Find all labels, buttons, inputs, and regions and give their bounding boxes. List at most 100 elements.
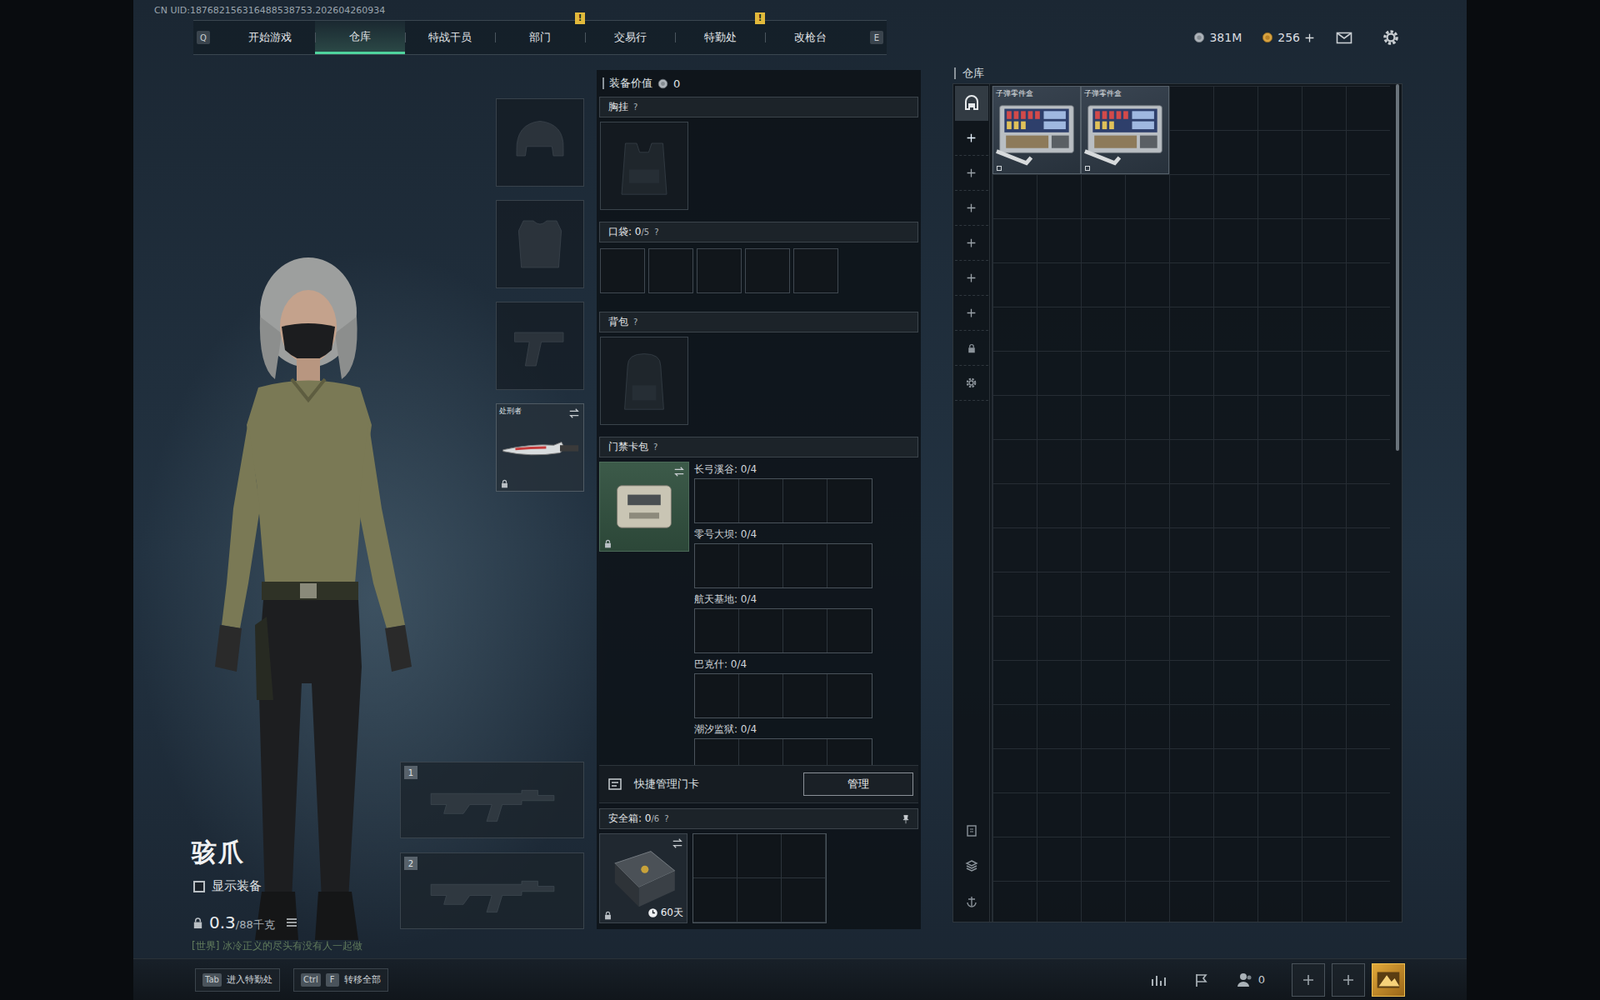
- keycard-slot[interactable]: [783, 739, 828, 765]
- nav-tab[interactable]: 特战干员: [405, 20, 495, 55]
- show-equipment-toggle[interactable]: 显示装备: [193, 878, 400, 895]
- ammo-parts-box-icon: [995, 88, 1079, 172]
- keycard-slot[interactable]: [783, 674, 828, 718]
- pocket-slot[interactable]: [793, 248, 839, 294]
- safe-slot[interactable]: [781, 834, 826, 879]
- keycard-slot[interactable]: [827, 674, 872, 718]
- help-mark[interactable]: ?: [664, 814, 669, 824]
- keycard-slot[interactable]: [739, 674, 784, 718]
- nav-tab[interactable]: 交易行: [585, 20, 675, 55]
- player-avatar[interactable]: [1371, 963, 1405, 997]
- chest-rig-slot[interactable]: [600, 121, 689, 210]
- safe-box-slot[interactable]: 60天: [599, 833, 688, 924]
- pocket-slot[interactable]: [648, 248, 694, 294]
- keycard-slot[interactable]: [695, 609, 740, 653]
- pocket-slot[interactable]: [696, 248, 742, 294]
- warehouse-tool[interactable]: [955, 813, 989, 849]
- keycard-slot[interactable]: [695, 479, 740, 523]
- warehouse-tab[interactable]: [955, 330, 989, 366]
- weapon-slot[interactable]: 1: [400, 761, 585, 839]
- keycard-slot[interactable]: [827, 479, 872, 523]
- shortcut-hint[interactable]: CtrlF转移全部: [293, 968, 389, 992]
- settings-gear-icon[interactable]: [1381, 28, 1400, 47]
- next-tab-key[interactable]: E: [870, 30, 884, 45]
- prev-tab-key[interactable]: Q: [196, 30, 210, 45]
- keycard-slot[interactable]: [783, 544, 828, 588]
- backpack-header-label: 背包: [608, 315, 629, 330]
- warehouse-tab[interactable]: [955, 225, 989, 261]
- weapon-slot[interactable]: 2: [400, 852, 585, 930]
- pin-icon[interactable]: [900, 814, 911, 825]
- keycard-slot[interactable]: [695, 544, 740, 588]
- invite-slot[interactable]: [1291, 963, 1325, 997]
- invite-slot[interactable]: [1331, 963, 1365, 997]
- safe-slot[interactable]: [693, 878, 738, 923]
- warehouse-tab[interactable]: [955, 155, 989, 191]
- nav-tab[interactable]: 部门!: [495, 20, 585, 55]
- warehouse-item[interactable]: 子弹零件盒: [992, 85, 1081, 175]
- weight-max: /88千克: [235, 918, 275, 931]
- warehouse-tab[interactable]: [955, 190, 989, 226]
- help-mark[interactable]: ?: [653, 442, 658, 452]
- nav-tab[interactable]: 特勤处!: [675, 20, 765, 55]
- safe-slot[interactable]: [737, 878, 782, 923]
- quick-manage-label: 快捷管理门卡: [634, 776, 700, 792]
- nav-tab[interactable]: 仓库: [315, 20, 405, 55]
- melee-slot[interactable]: 处刑者: [495, 403, 585, 492]
- mail-icon[interactable]: [1335, 30, 1354, 45]
- warehouse-tab[interactable]: [955, 85, 989, 121]
- warehouse-tool[interactable]: [955, 848, 989, 884]
- armor-slot[interactable]: [495, 200, 585, 289]
- keycard-slot[interactable]: [739, 739, 784, 765]
- safe-slot[interactable]: [781, 878, 826, 923]
- lock-icon: [500, 479, 510, 489]
- manage-button[interactable]: 管理: [803, 772, 914, 796]
- helmet-slot[interactable]: [495, 98, 585, 187]
- pocket-slot[interactable]: [600, 248, 645, 294]
- help-mark[interactable]: ?: [633, 102, 638, 112]
- keycard-slot[interactable]: [739, 609, 784, 653]
- keycard-slot[interactable]: [783, 479, 828, 523]
- show-equipment-checkbox[interactable]: [193, 880, 205, 893]
- keycard-slot[interactable]: [739, 544, 784, 588]
- keycard-slot[interactable]: [783, 609, 828, 653]
- keycard-slot[interactable]: [739, 479, 784, 523]
- friends-count[interactable]: 0: [1236, 971, 1265, 989]
- friends-number: 0: [1258, 973, 1265, 986]
- weight-list-icon[interactable]: [285, 915, 299, 930]
- safe-slot[interactable]: [737, 834, 782, 879]
- safe-slot[interactable]: [693, 834, 738, 879]
- weapon-slot-list: 12: [400, 761, 585, 930]
- safe-timer: 60天: [647, 905, 684, 920]
- stats-chart-icon[interactable]: [1150, 971, 1167, 989]
- nav-tabs: 开始游戏仓库特战干员部门!交易行特勤处!改枪台: [225, 20, 855, 55]
- keycard-slot[interactable]: [695, 674, 740, 718]
- keycard-slot[interactable]: [695, 739, 740, 765]
- add-icon: [965, 167, 977, 179]
- warehouse-tool[interactable]: [955, 883, 989, 919]
- help-mark[interactable]: ?: [654, 227, 659, 237]
- warehouse-scrollbar[interactable]: [1395, 84, 1400, 451]
- bottom-bar: Tab进入特勤处 CtrlF转移全部 0: [133, 958, 1467, 1000]
- backpack-slot[interactable]: [600, 336, 689, 425]
- keycard-slot[interactable]: [827, 609, 872, 653]
- warehouse-tab[interactable]: [955, 295, 989, 331]
- shortcut-hint[interactable]: Tab进入特勤处: [195, 968, 280, 992]
- warehouse-tab[interactable]: [955, 260, 989, 296]
- flag-icon[interactable]: [1193, 971, 1210, 989]
- nav-tab[interactable]: 开始游戏: [225, 20, 315, 55]
- keycard-case-slot[interactable]: [599, 461, 690, 552]
- warehouse-tab[interactable]: [955, 120, 989, 156]
- keycard-map: 潮汐监狱: 0/4: [694, 721, 873, 765]
- add-icon: [965, 237, 977, 249]
- alert-badge: !: [755, 12, 765, 25]
- help-mark[interactable]: ?: [633, 317, 638, 327]
- warehouse-item[interactable]: 子弹零件盒: [1080, 85, 1170, 175]
- pistol-slot[interactable]: [495, 301, 585, 390]
- bag-placeholder-icon: [606, 343, 682, 419]
- pocket-slot[interactable]: [745, 248, 790, 294]
- keycard-slot[interactable]: [827, 739, 872, 765]
- nav-tab[interactable]: 改枪台: [765, 20, 855, 55]
- warehouse-tab[interactable]: [955, 365, 989, 401]
- keycard-slot[interactable]: [827, 544, 872, 588]
